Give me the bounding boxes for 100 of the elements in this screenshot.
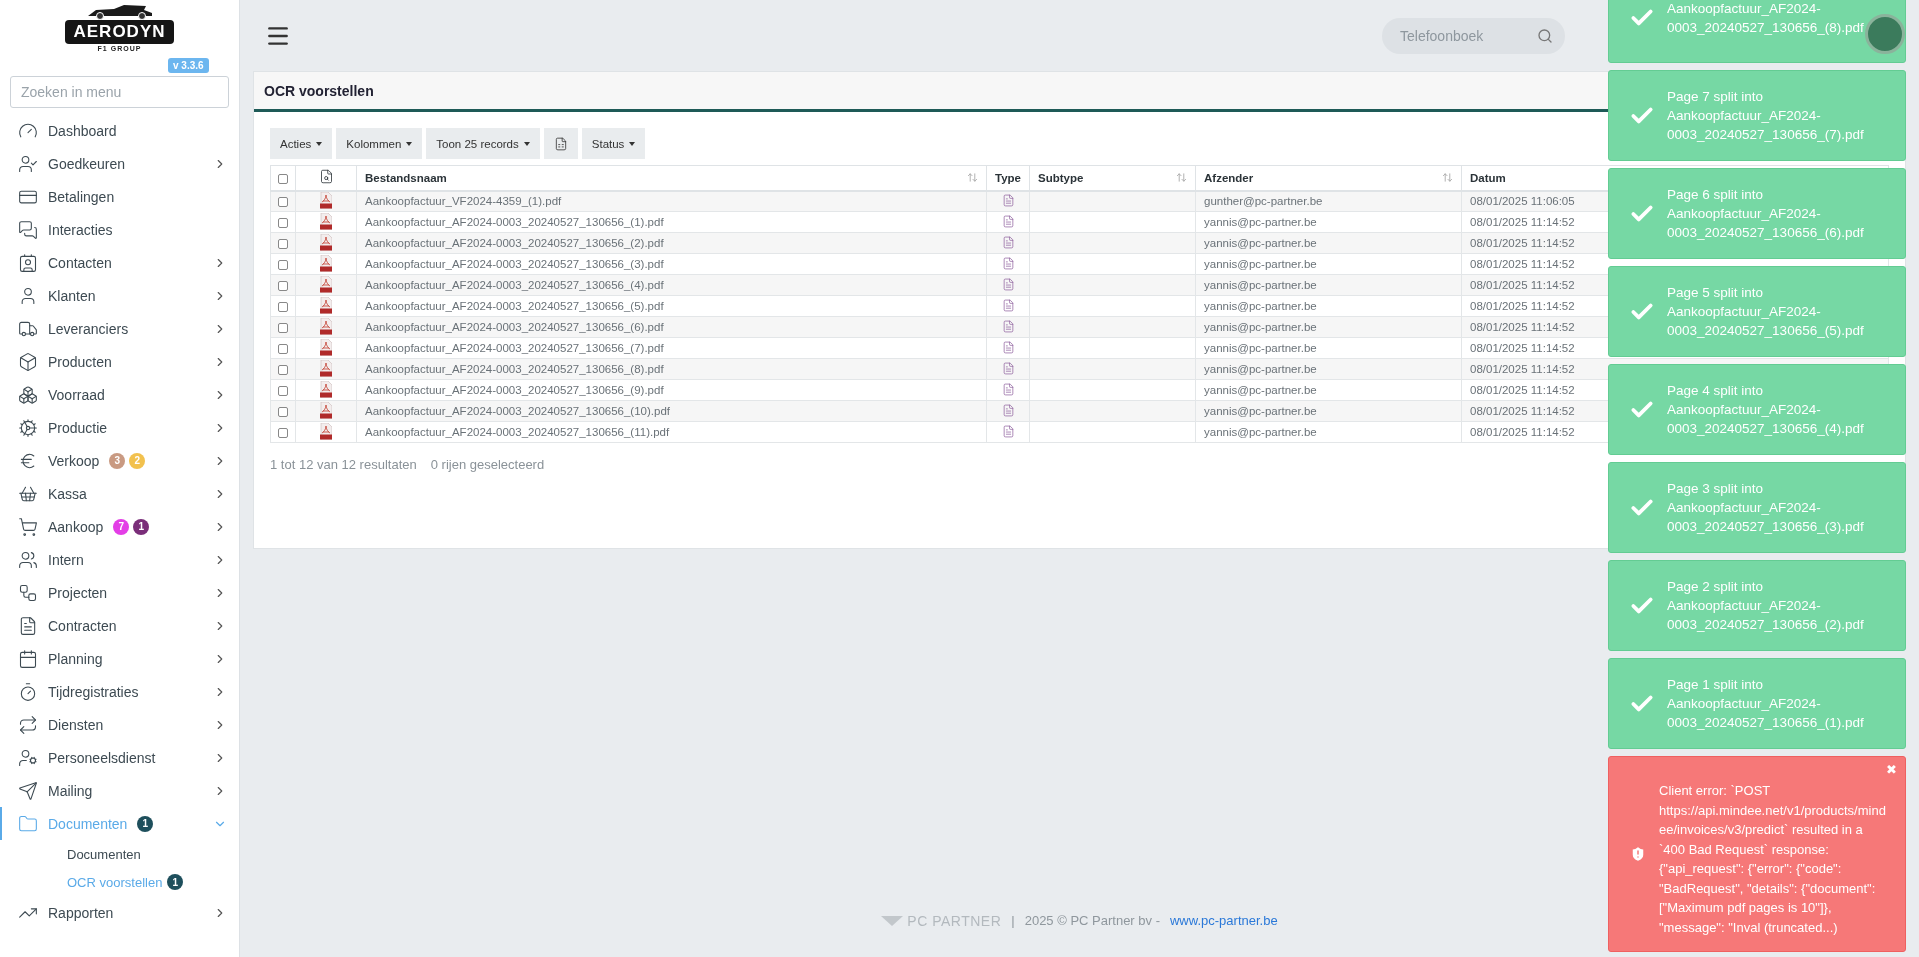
table-cell: Aankoopfactuur_AF2024-0003_20240527_130656_(1).pdf [356, 211, 987, 233]
sort-icon[interactable] [1176, 172, 1187, 184]
menu-item[interactable]: Personeelsdienst [0, 741, 239, 774]
document-icon [1001, 403, 1015, 417]
dropdown-button[interactable]: Toon 25 records [426, 128, 540, 159]
calendar-icon [18, 648, 38, 669]
column-header[interactable]: Afzender [1204, 171, 1254, 184]
document-icon [1001, 319, 1015, 333]
count-badge: 1 [167, 874, 184, 890]
user-check-icon [18, 153, 38, 174]
pdf-file-icon [320, 422, 332, 440]
menu-item[interactable]: Leveranciers [0, 312, 239, 345]
table-cell: yannis@pc-partner.be [1195, 295, 1462, 317]
menu-item[interactable]: Kassa [0, 477, 239, 510]
folder-icon [18, 813, 38, 834]
pdf-file-icon [320, 380, 332, 398]
row-checkbox[interactable] [278, 301, 288, 312]
copyright-text: 2025 © PC Partner bv - [1024, 913, 1160, 928]
dropdown-button[interactable]: Acties [270, 128, 333, 159]
table-cell: Aankoopfactuur_AF2024-0003_20240527_130656_(10).pdf [356, 400, 987, 422]
table-cell: yannis@pc-partner.be [1195, 400, 1462, 422]
table-cell: Aankoopfactuur_AF2024-0003_20240527_130656_(4).pdf [356, 274, 987, 296]
phonebook-search-field[interactable]: Telefoonboek [1382, 17, 1565, 54]
column-header[interactable]: Datum [1470, 171, 1506, 184]
row-checkbox[interactable] [278, 427, 288, 438]
website-link[interactable]: www.pc-partner.be [1170, 913, 1278, 928]
table-cell: yannis@pc-partner.be [1195, 337, 1462, 359]
menu-item[interactable]: Diensten [0, 708, 239, 741]
document-icon [1001, 361, 1015, 375]
toast-title: Page 4 split into [1667, 382, 1765, 400]
menu-item[interactable]: Aankoop 7 1 [0, 510, 239, 543]
column-header[interactable]: Bestandsnaam [365, 171, 447, 184]
table-cell: Aankoopfactuur_AF2024-0003_20240527_130656_(11).pdf [356, 421, 987, 443]
search-icon [1537, 27, 1553, 44]
document-icon [1001, 277, 1015, 291]
menu-item[interactable]: Contacten [0, 246, 239, 279]
row-checkbox[interactable] [278, 364, 288, 375]
menu-item[interactable]: Voorraad [0, 378, 239, 411]
menu-item[interactable]: Tijdregistraties [0, 675, 239, 708]
toast-title: Page 7 split into [1667, 88, 1765, 106]
row-checkbox[interactable] [278, 217, 288, 228]
document-icon [18, 615, 38, 636]
menu-item[interactable]: Mailing [0, 774, 239, 807]
row-checkbox[interactable] [278, 259, 288, 270]
document-icon [1001, 298, 1015, 312]
count-badge: 1 [137, 815, 154, 832]
timer-icon [18, 681, 38, 702]
table-cell: Aankoopfactuur_AF2024-0003_20240527_130656_(2).pdf [356, 232, 987, 254]
menu-item[interactable]: Projecten [0, 576, 239, 609]
toast-message: Aankoopfactuur_AF2024-0003_20240527_130656_(8).pdf [1667, 0, 1865, 37]
dropdown-button[interactable]: Status [581, 128, 646, 159]
row-checkbox[interactable] [278, 197, 288, 208]
select-all-checkbox[interactable] [278, 173, 288, 184]
people-icon [18, 549, 38, 570]
document-icon [1001, 424, 1015, 438]
row-checkbox[interactable] [278, 238, 288, 249]
toast-message: Aankoopfactuur_AF2024-0003_20240527_130656_(2).pdf [1667, 597, 1865, 634]
toast-title: Page 2 split into [1667, 578, 1765, 596]
row-checkbox[interactable] [278, 280, 288, 291]
menu-item[interactable]: Betalingen [0, 180, 239, 213]
row-checkbox[interactable] [278, 385, 288, 396]
workflow-icon [18, 582, 38, 603]
table-cell: gunther@pc-partner.be [1195, 190, 1462, 212]
menu-item[interactable]: Producten [0, 345, 239, 378]
row-checkbox[interactable] [278, 343, 288, 354]
menu-item[interactable]: Contracten [0, 609, 239, 642]
dropdown-button[interactable]: Kolommen [336, 128, 423, 159]
menu-item[interactable]: Interacties [0, 213, 239, 246]
table-cell: yannis@pc-partner.be [1195, 358, 1462, 380]
row-checkbox[interactable] [278, 406, 288, 417]
row-checkbox[interactable] [278, 322, 288, 333]
pdf-file-icon [320, 296, 332, 314]
column-header[interactable]: Subtype [1038, 171, 1084, 184]
pdf-file-icon [320, 254, 332, 272]
toast-message: Client error: `POST https://api.mindee.net/v1/products/mindee/invoices/v3/predict` resulted in a `400 Bad Request` response: {"api_request": {"error": {"code": "BadRequest", "details": {"document": ["Maximum pdf pages is 10"]}, "message": "Inval (truncated...) [1659, 782, 1887, 937]
spreadsheet-export-button[interactable] [543, 128, 578, 159]
table-cell: Aankoopfactuur_VF2024-4359_(1).pdf [356, 190, 987, 212]
menu-item[interactable]: Klanten [0, 279, 239, 312]
document-icon [1001, 382, 1015, 396]
menu-item[interactable]: Verkoop 3 2 [0, 444, 239, 477]
table-cell: Aankoopfactuur_AF2024-0003_20240527_130656_(3).pdf [356, 253, 987, 275]
table-cell: yannis@pc-partner.be [1195, 379, 1462, 401]
sort-icon[interactable] [967, 172, 978, 184]
menu-item[interactable]: Goedkeuren [0, 147, 239, 180]
sort-icon[interactable] [1442, 172, 1453, 184]
menu-item[interactable]: Planning [0, 642, 239, 675]
count-badge: 3 [109, 452, 126, 469]
pdf-file-icon [320, 212, 332, 230]
logo-wordmark: AERODYN [65, 20, 174, 44]
count-badge: 1 [133, 518, 150, 535]
menu-item[interactable]: Productie [0, 411, 239, 444]
menu-item[interactable]: Documenten 1 [0, 807, 239, 840]
menu-item[interactable]: Intern [0, 543, 239, 576]
toast-message: Aankoopfactuur_AF2024-0003_20240527_130656_(3).pdf [1667, 499, 1865, 536]
menu-item[interactable]: Rapporten [0, 896, 239, 929]
submenu-item[interactable]: Documenten [67, 846, 141, 862]
pdf-file-icon [320, 338, 332, 356]
cart-icon [18, 516, 38, 537]
menu-item[interactable]: Dashboard [0, 114, 239, 147]
menu-search-field[interactable]: Zoeken in menu [10, 76, 229, 108]
